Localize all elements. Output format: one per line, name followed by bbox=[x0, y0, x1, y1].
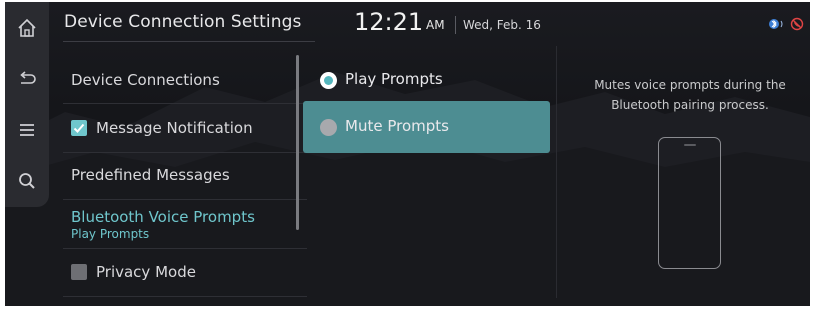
bluetooth-audio-icon bbox=[769, 19, 783, 29]
home-icon bbox=[18, 18, 36, 37]
menu-item-label: Device Connections bbox=[71, 71, 220, 89]
home-button[interactable] bbox=[11, 12, 43, 44]
back-icon bbox=[20, 71, 36, 84]
title-divider bbox=[63, 41, 315, 42]
menu-item-bluetooth-voice-prompts[interactable]: Bluetooth Voice Prompts Play Prompts bbox=[63, 200, 307, 248]
back-button[interactable] bbox=[11, 63, 43, 95]
privacy-mode-checkbox[interactable] bbox=[71, 264, 87, 280]
option-description: Mutes voice prompts during the Bluetooth… bbox=[594, 78, 786, 112]
menu-item-value: Play Prompts bbox=[71, 227, 150, 241]
message-notification-checkbox[interactable] bbox=[71, 120, 87, 136]
menu-scrollbar[interactable] bbox=[296, 55, 299, 230]
menu-icon bbox=[20, 124, 34, 136]
mute-prompts-radio[interactable] bbox=[320, 119, 337, 136]
clock-separator bbox=[455, 16, 456, 34]
menu-item-device-connections[interactable]: Device Connections bbox=[63, 64, 307, 104]
clock-date: Wed, Feb. 16 bbox=[463, 18, 541, 32]
menu-item-label: Bluetooth Voice Prompts bbox=[71, 208, 255, 226]
menu-divider bbox=[63, 296, 307, 297]
phone-illustration bbox=[658, 137, 721, 269]
option-play-prompts[interactable]: Play Prompts bbox=[303, 54, 550, 106]
play-prompts-radio[interactable] bbox=[320, 72, 337, 89]
clock-time: 12:21 bbox=[354, 8, 424, 36]
menu-item-message-notification[interactable]: Message Notification bbox=[63, 104, 307, 152]
option-label: Mute Prompts bbox=[345, 117, 449, 135]
search-icon bbox=[19, 173, 35, 189]
column-divider bbox=[556, 46, 557, 298]
menu-item-label: Message Notification bbox=[96, 119, 253, 137]
menu-button[interactable] bbox=[11, 114, 43, 146]
menu-item-label: Privacy Mode bbox=[96, 263, 196, 281]
clock-ampm: AM bbox=[426, 18, 445, 32]
menu-item-predefined-messages[interactable]: Predefined Messages bbox=[63, 153, 307, 199]
check-icon bbox=[73, 123, 85, 133]
menu-item-label: Predefined Messages bbox=[71, 166, 230, 184]
screen: Device Connection Settings 12:21 AM Wed,… bbox=[5, 2, 810, 306]
phone-muted-icon bbox=[790, 17, 804, 31]
icon-rail bbox=[5, 2, 49, 207]
phone-speaker bbox=[684, 144, 696, 146]
menu-item-privacy-mode[interactable]: Privacy Mode bbox=[63, 249, 307, 295]
option-label: Play Prompts bbox=[345, 70, 443, 88]
option-mute-prompts[interactable]: Mute Prompts bbox=[303, 101, 550, 153]
page-title: Device Connection Settings bbox=[64, 12, 302, 32]
status-icons bbox=[768, 16, 808, 32]
search-button[interactable] bbox=[11, 165, 43, 197]
